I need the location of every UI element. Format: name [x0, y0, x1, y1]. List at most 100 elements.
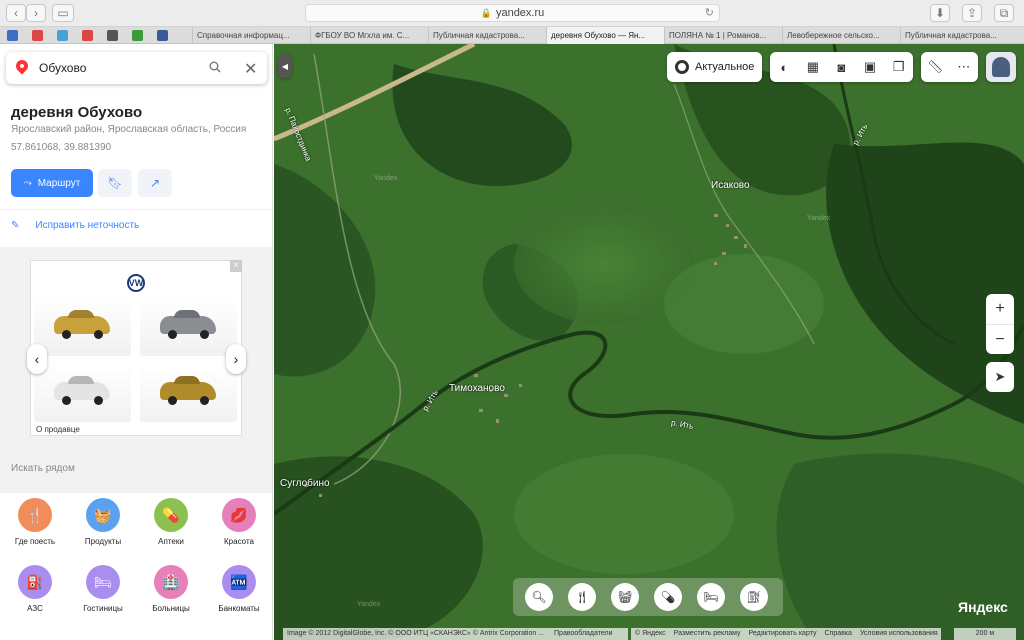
car-image	[54, 382, 110, 405]
map-type-icon[interactable]: ▦	[802, 56, 824, 78]
tools-toolbar: 📏︎ ⋯	[921, 52, 978, 82]
share-button[interactable]: ↗	[138, 169, 172, 197]
share-icon: ↗	[149, 176, 161, 190]
reload-icon[interactable]: ↻	[705, 6, 714, 19]
panorama-icon[interactable]: ◙	[830, 56, 852, 78]
scale-bar: 200 м	[954, 628, 1016, 640]
target-icon	[675, 60, 689, 74]
car-image	[160, 382, 216, 405]
nearby-category[interactable]: ⛽ АЗС	[0, 565, 70, 619]
nearby-category[interactable]: 🍴 Где поесть	[0, 498, 70, 552]
car-tile[interactable]	[34, 298, 131, 356]
browser-tab[interactable]: Публичная кадастрова...	[428, 27, 546, 44]
hospital-icon: 🏥	[154, 565, 188, 599]
car-tile[interactable]	[140, 298, 237, 356]
back-button[interactable]: ‹	[6, 4, 26, 22]
close-icon[interactable]: ✕	[244, 59, 257, 79]
ad-close-button[interactable]: ×	[230, 260, 242, 272]
copyright-left: Image © 2012 DigitalGlobe, Inc. © ООО ИТ…	[287, 630, 545, 637]
nearby-category[interactable]: 💋 Красота	[204, 498, 272, 552]
basket-icon[interactable]: 🧺︎	[611, 583, 639, 611]
sidebar-toggle-icon[interactable]: ▭	[52, 4, 74, 22]
search-box[interactable]: Обухово ✕	[6, 52, 267, 84]
download-icon[interactable]: ⬇	[930, 4, 950, 22]
avatar[interactable]	[986, 52, 1016, 82]
browser-tab[interactable]: Публичная кадастрова...	[900, 27, 1018, 44]
pencil-icon: ✎	[11, 220, 20, 231]
favorite-icon[interactable]	[57, 30, 68, 41]
share-icon[interactable]: ⇪	[962, 4, 982, 22]
car-tile[interactable]	[140, 364, 237, 422]
layers-icon[interactable]: ◐	[773, 56, 795, 78]
favorite-icon[interactable]	[107, 30, 118, 41]
traffic-icon[interactable]: ❒	[888, 56, 910, 78]
scale-label: 200 м	[975, 630, 995, 637]
pill-icon[interactable]: 💊︎	[654, 583, 682, 611]
car-tile[interactable]	[34, 364, 131, 422]
ad-next-button[interactable]: ›	[226, 344, 246, 374]
transport-icon[interactable]: ▣	[859, 56, 881, 78]
nearby-category[interactable]: 🛏 Гостиницы	[68, 565, 138, 619]
search-icon[interactable]: 🔍︎	[525, 583, 553, 611]
footer-link[interactable]: Условия использования	[860, 630, 938, 637]
watermark: Yandex	[374, 175, 398, 182]
more-icon[interactable]: ⋯	[953, 56, 975, 78]
nearby-category[interactable]: 🧺 Продукты	[68, 498, 138, 552]
place-label-isakovo[interactable]: Исаково	[711, 180, 750, 191]
copyright-owners-link[interactable]: Правообладатели	[554, 630, 613, 637]
footer-link[interactable]: © Яндекс	[635, 630, 666, 637]
atm-icon: 🏧	[222, 565, 256, 599]
browser-tab[interactable]: ПОЛЯНА № 1 | Романов...	[664, 27, 782, 44]
nearby-category[interactable]: 🏥 Больницы	[136, 565, 206, 619]
footer-link[interactable]: Справка	[824, 630, 851, 637]
route-label: Маршрут	[37, 177, 81, 189]
edit-link[interactable]: ✎ Исправить неточность	[11, 220, 139, 231]
place-label-suglobino[interactable]: Суглобино	[280, 478, 330, 489]
nearby-header: Искать рядом	[11, 463, 75, 474]
search-input[interactable]: Обухово	[39, 61, 86, 75]
collapse-sidebar-button[interactable]: ◀	[278, 54, 292, 78]
route-button[interactable]: ⤳ Маршрут	[11, 169, 93, 197]
fuel-icon[interactable]: ⛽︎	[740, 583, 768, 611]
ruler-icon[interactable]: 📏︎	[924, 56, 946, 78]
nearby-category[interactable]: 🏧 Банкоматы	[204, 565, 272, 619]
place-coordinates[interactable]: 57.861068, 39.881390	[11, 142, 111, 153]
yandex-logo[interactable]: Яндекс	[958, 599, 1008, 615]
footer-link[interactable]: Разместить рекламу	[674, 630, 741, 637]
footer-link[interactable]: Редактировать карту	[749, 630, 817, 637]
place-label-timokhanovo[interactable]: Тимоханово	[449, 383, 505, 394]
bed-icon[interactable]: 🛏︎	[697, 583, 725, 611]
satellite-imagery	[274, 44, 1024, 640]
url-text: yandex.ru	[495, 7, 545, 19]
fork-knife-icon[interactable]: 🍴︎	[568, 583, 596, 611]
address-bar[interactable]: 🔒 yandex.ru ↻	[305, 4, 720, 22]
ad-prev-button[interactable]: ‹	[27, 344, 47, 374]
location-arrow-icon: ➤	[994, 369, 1006, 384]
search-icon[interactable]	[209, 61, 221, 73]
volkswagen-logo-icon: VW	[127, 274, 145, 292]
nearby-category-label: Красота	[224, 537, 254, 546]
browser-tab[interactable]: ФГБОУ ВО Мгхла им. С...	[310, 27, 428, 44]
browser-tab[interactable]: Левобережное сельско...	[782, 27, 900, 44]
map[interactable]: Исаково Тимоханово Суглобино р. Ить р. И…	[274, 44, 1024, 640]
bookmark-button[interactable]: 🔖︎	[98, 169, 132, 197]
zoom-in-button[interactable]: +	[986, 294, 1014, 324]
forward-button[interactable]: ›	[26, 4, 46, 22]
divider	[0, 209, 272, 210]
favorite-icon[interactable]	[157, 30, 168, 41]
nearby-category-label: АЗС	[27, 604, 43, 613]
browser-tab[interactable]: Справочная информац...	[192, 27, 310, 44]
fuel-icon: ⛽	[18, 565, 52, 599]
nearby-category-label: Гостиницы	[83, 604, 123, 613]
geolocation-button[interactable]: ➤	[986, 362, 1014, 392]
favorite-icon[interactable]	[32, 30, 43, 41]
favorite-icon[interactable]	[132, 30, 143, 41]
zoom-out-button[interactable]: −	[986, 324, 1014, 354]
favorite-icon[interactable]	[7, 30, 18, 41]
nearby-category[interactable]: 💊 Аптеки	[136, 498, 206, 552]
favorite-icon[interactable]	[82, 30, 93, 41]
browser-tab[interactable]: деревня Обухово — Ян...	[546, 27, 664, 44]
ad-seller-link[interactable]: О продавце	[36, 425, 80, 434]
tabs-overview-icon[interactable]: ⧉	[994, 4, 1014, 22]
actual-layer-button[interactable]: Актуальное	[667, 52, 762, 82]
